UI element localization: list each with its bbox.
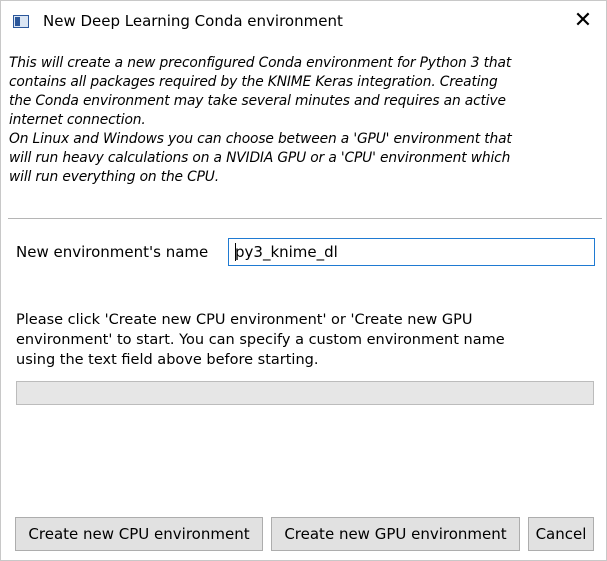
description-text: This will create a new preconfigured Con…	[9, 55, 512, 185]
app-window-icon	[13, 15, 29, 28]
close-icon[interactable]: ✕	[566, 5, 600, 37]
cancel-button[interactable]: Cancel	[528, 517, 594, 551]
conda-environment-dialog: New Deep Learning Conda environment ✕ Th…	[0, 0, 607, 561]
instructions-text: Please click 'Create new CPU environment…	[16, 312, 505, 368]
create-cpu-environment-button[interactable]: Create new CPU environment	[15, 517, 263, 551]
separator	[8, 218, 602, 219]
title-bar[interactable]: New Deep Learning Conda environment ✕	[1, 1, 606, 41]
create-gpu-environment-button[interactable]: Create new GPU environment	[271, 517, 520, 551]
window-title: New Deep Learning Conda environment	[43, 12, 343, 30]
progress-bar	[16, 381, 594, 405]
environment-name-label: New environment's name	[16, 243, 209, 261]
text-caret	[235, 243, 236, 261]
environment-name-input[interactable]	[228, 238, 595, 266]
